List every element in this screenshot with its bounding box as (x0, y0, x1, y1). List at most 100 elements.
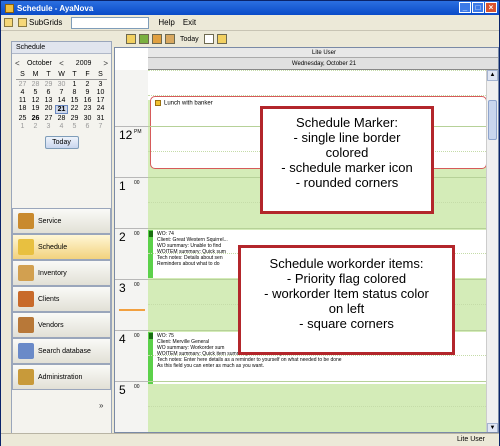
minimize-button[interactable]: _ (459, 2, 471, 13)
calendar-day[interactable]: 6 (81, 123, 94, 130)
scroll-up-icon[interactable]: ▲ (487, 70, 498, 81)
nav-item-label: Search database (38, 347, 91, 355)
calendar-day[interactable]: 18 (16, 105, 29, 114)
hour-slot: 1 00 (115, 177, 148, 228)
title-bar[interactable]: Schedule - AyaNova _ □ × (1, 1, 499, 15)
subgrid-select[interactable] (71, 16, 150, 29)
calendar-day[interactable]: 1 (68, 81, 81, 88)
calendar-day[interactable]: 30 (55, 81, 68, 88)
calendar-day[interactable]: 28 (55, 115, 68, 122)
maximize-button[interactable]: □ (472, 2, 484, 13)
calendar-day[interactable]: 25 (16, 115, 29, 122)
new-workorder-icon[interactable] (139, 34, 149, 44)
administration-icon (18, 369, 34, 385)
calendar-grid: S M T W T F S 27 28 29 30 1 2 3 4 5 6 7 8 9 10 11 12 13 14 15 16 17… (16, 71, 107, 130)
year-select[interactable]: 2009 (64, 60, 104, 67)
calendar-day[interactable]: 16 (81, 97, 94, 104)
new-marker-icon[interactable] (126, 34, 136, 44)
menu-subgrids[interactable]: SubGrids (15, 17, 65, 28)
calendar-day[interactable]: 5 (29, 89, 42, 96)
hour-slot: 3 00 (115, 279, 148, 330)
inventory-icon (18, 265, 34, 281)
calendar-day[interactable]: 2 (81, 81, 94, 88)
calendar-day[interactable]: 27 (42, 115, 55, 122)
scroll-down-icon[interactable]: ▼ (487, 423, 498, 432)
calendar-dow: S (16, 71, 29, 80)
hour-label: 4 (119, 332, 126, 346)
nav-item-vendors[interactable]: Vendors (12, 312, 111, 338)
vertical-scrollbar[interactable]: ▲ ▼ (486, 70, 498, 432)
calendar-day[interactable]: 10 (94, 89, 107, 96)
nav-item-administration[interactable]: Administration (12, 364, 111, 390)
nav-item-label: Administration (38, 373, 83, 381)
refresh-icon[interactable] (165, 34, 175, 44)
hour-slot: 2 00 (115, 228, 148, 279)
day-view-icon[interactable] (203, 34, 214, 44)
workorder-line: As this field you can enter as much as y… (157, 363, 264, 369)
calendar-day[interactable]: 15 (68, 97, 81, 104)
calendar-day[interactable]: 4 (55, 123, 68, 130)
nav-item-schedule[interactable]: Schedule (12, 234, 111, 260)
calendar-day[interactable]: 14 (55, 97, 68, 104)
calendar-day[interactable]: 26 (29, 115, 42, 122)
grid-line (148, 70, 498, 71)
close-button[interactable]: × (485, 2, 497, 13)
calendar-day[interactable]: 31 (94, 115, 107, 122)
nav-item-clients[interactable]: Clients (12, 286, 111, 312)
calendar-day[interactable]: 20 (42, 105, 55, 114)
calendar-day[interactable]: 30 (81, 115, 94, 122)
search-database-icon (18, 343, 34, 359)
calendar-day[interactable]: 3 (42, 123, 55, 130)
calendar-day[interactable]: 3 (94, 81, 107, 88)
calendar-day[interactable]: 21 (55, 105, 68, 114)
grid-line (148, 406, 498, 407)
calendar-day[interactable]: 22 (68, 105, 81, 114)
callout-line: Schedule workorder items: (269, 256, 424, 271)
calendar-day[interactable]: 1 (16, 123, 29, 130)
calendar-dow: M (29, 71, 42, 80)
nav-expand-icon[interactable]: » (99, 401, 103, 410)
calendar-day[interactable]: 27 (16, 81, 29, 88)
week-view-icon[interactable] (216, 34, 227, 44)
calendar-day[interactable]: 19 (29, 105, 42, 114)
menu-help[interactable]: Help (155, 17, 177, 28)
calendar-day[interactable]: 24 (94, 105, 107, 114)
nav-item-inventory[interactable]: Inventory (12, 260, 111, 286)
menu-help-label: Help (158, 18, 175, 27)
calendar-day[interactable]: 7 (55, 89, 68, 96)
callout-line: Schedule Marker: (296, 115, 398, 130)
next-year-icon[interactable]: > (103, 59, 108, 68)
clients-icon (18, 291, 34, 307)
calendar-day[interactable]: 7 (94, 123, 107, 130)
schedule-marker-icon (155, 100, 161, 106)
nav-item-label: Vendors (38, 321, 64, 329)
calendar-day[interactable]: 13 (42, 97, 55, 104)
calendar-day[interactable]: 6 (42, 89, 55, 96)
nav-item-label: Service (38, 217, 62, 225)
scroll-thumb[interactable] (488, 100, 497, 140)
calendar-day[interactable]: 28 (29, 81, 42, 88)
workorder-callout: Schedule workorder items: - Priority flag… (238, 245, 455, 355)
calendar-day[interactable]: 9 (81, 89, 94, 96)
toolbar-today-button[interactable]: Today (180, 36, 199, 43)
calendar-day[interactable]: 12 (29, 97, 42, 104)
callout-line: - single line border (293, 130, 401, 145)
calendar-day[interactable]: 29 (68, 115, 81, 122)
calendar-day[interactable]: 29 (42, 81, 55, 88)
callout-line: - square corners (299, 316, 394, 331)
calendar-day[interactable]: 8 (68, 89, 81, 96)
calendar-today-button[interactable]: Today (44, 136, 79, 149)
nav-item-service[interactable]: Service (12, 208, 111, 234)
menu-exit[interactable]: Exit (180, 17, 199, 28)
calendar-day[interactable]: 23 (81, 105, 94, 114)
calendar-day[interactable]: 2 (29, 123, 42, 130)
calendar-day[interactable]: 5 (68, 123, 81, 130)
month-select[interactable]: October (20, 60, 60, 67)
nav-item-search-database[interactable]: Search database (12, 338, 111, 364)
calendar-day[interactable]: 11 (16, 97, 29, 104)
print-icon[interactable] (152, 34, 162, 44)
calendar-day[interactable]: 4 (16, 89, 29, 96)
grid-line (148, 228, 498, 229)
calendar-day[interactable]: 17 (94, 97, 107, 104)
nav-item-label: Schedule (38, 243, 68, 251)
